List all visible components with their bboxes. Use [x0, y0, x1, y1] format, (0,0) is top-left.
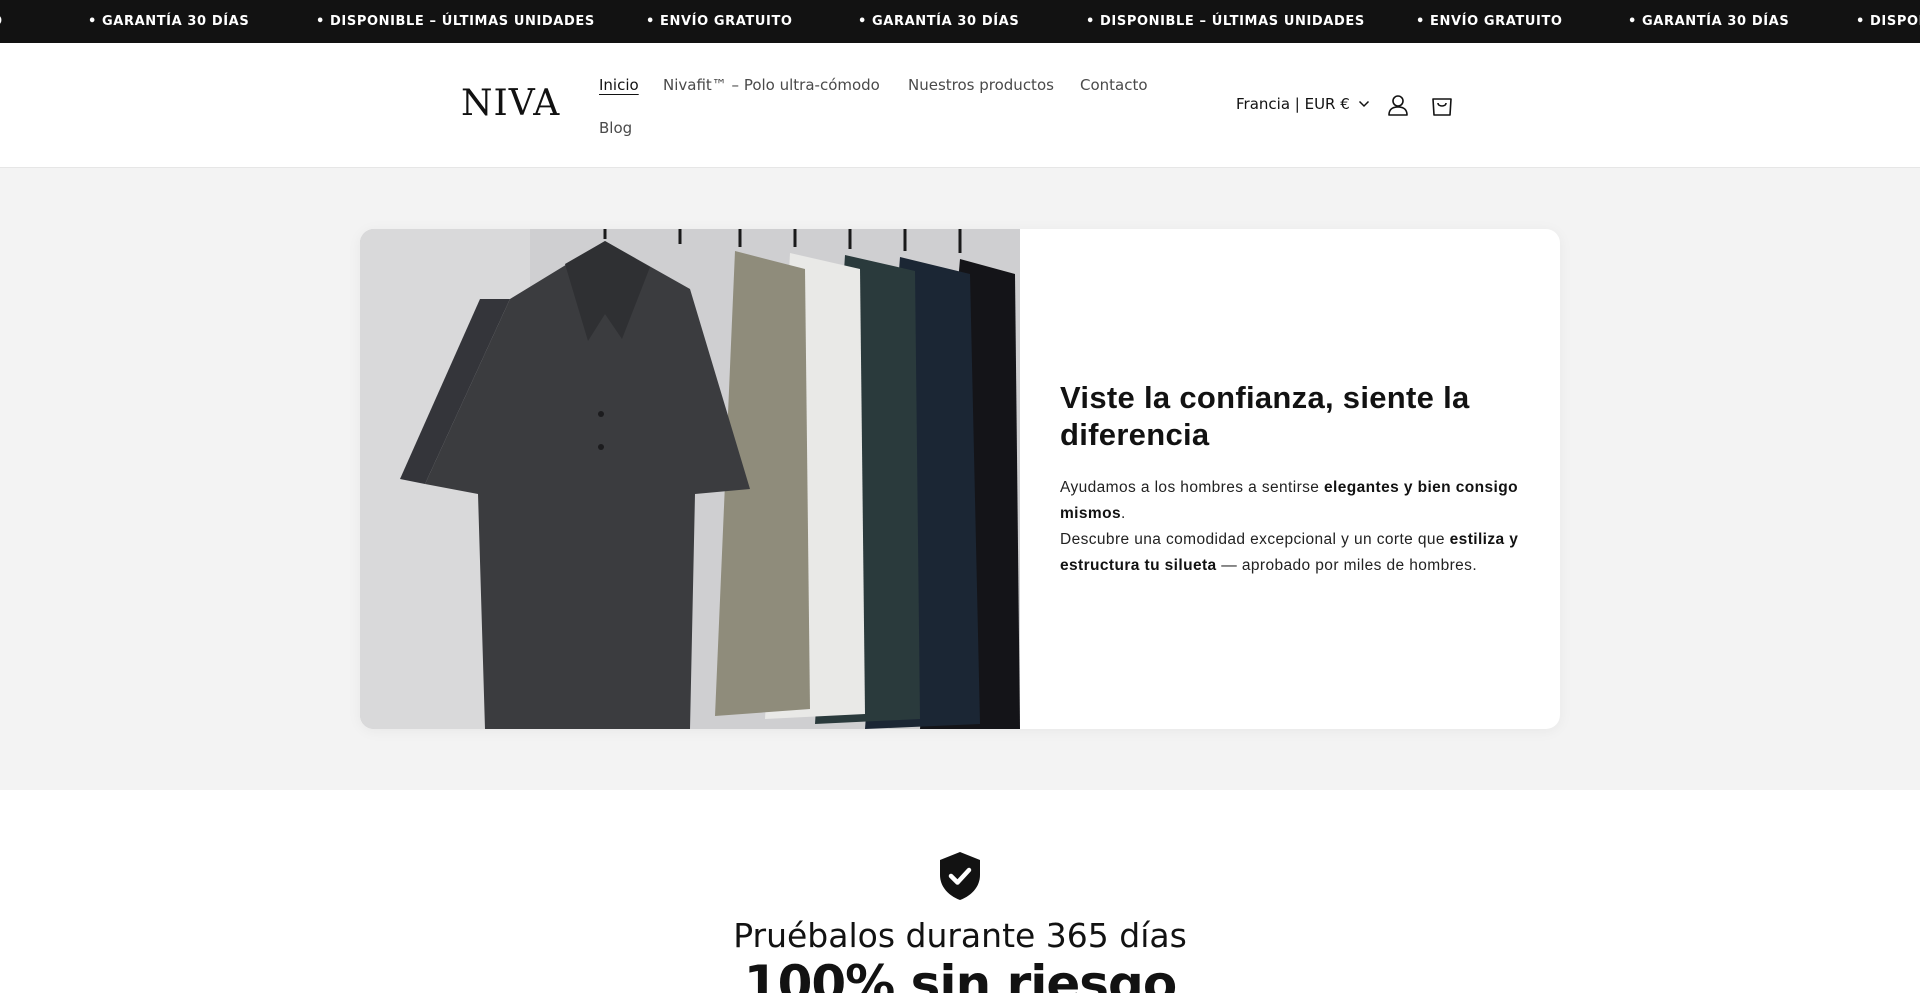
cart-icon[interactable]: [1429, 92, 1455, 118]
announcement-item: • ENVÍO GRATUITO: [1416, 14, 1563, 29]
site-header: NIVA Inicio Nivafit™ – Polo ultra-cómodo…: [0, 43, 1920, 168]
announcement-item: • ENVÍO GRATUITO: [646, 14, 793, 29]
guarantee-subtitle: 100% sin riesgo: [743, 955, 1177, 993]
announcement-bar: O • GARANTÍA 30 DÍAS • DISPONIBLE – ÚLTI…: [0, 0, 1920, 43]
nav-item-nivafit-polo[interactable]: Nivafit™ – Polo ultra-cómodo: [663, 76, 880, 94]
announcement-item: O: [0, 0, 3, 43]
hero-text: Viste la confianza, siente la diferencia…: [1060, 379, 1530, 579]
hero-title: Viste la confianza, siente la diferencia: [1060, 380, 1470, 452]
guarantee-title: Pruébalos durante 365 días: [733, 916, 1187, 955]
nav-item-blog[interactable]: Blog: [599, 119, 632, 137]
account-icon[interactable]: [1385, 92, 1411, 118]
nav-item-productos[interactable]: Nuestros productos: [908, 76, 1054, 94]
shield-check-icon: [940, 852, 980, 900]
announcement-item: • DISPONIBLE – ÚLTIMAS UNIDADES: [1086, 14, 1365, 29]
nav-item-contacto[interactable]: Contacto: [1080, 76, 1148, 94]
country-selector-label: Francia | EUR €: [1236, 95, 1350, 113]
announcement-item: • GARANTÍA 30 DÍAS: [88, 14, 250, 29]
hero-description: Ayudamos a los hombres a sentirse elegan…: [1060, 475, 1530, 579]
hero-section: Viste la confianza, siente la diferencia…: [0, 168, 1920, 790]
polo-shirts-illustration: [360, 229, 1020, 729]
chevron-down-icon: [1358, 100, 1369, 108]
nav-item-inicio[interactable]: Inicio: [599, 76, 639, 94]
announcement-item: • DISPONIBLE – ÚLTIMAS UNIDADES: [316, 14, 595, 29]
announcement-item: • GARANTÍA 30 DÍAS: [858, 14, 1020, 29]
hero-text-segment: Descubre una comodidad excepcional y un …: [1060, 531, 1450, 548]
hero-text-segment: Ayudamos a los hombres a sentirse: [1060, 479, 1325, 496]
hero-text-segment: — aprobado por miles de hombres.: [1216, 557, 1478, 574]
hero-text-segment: .: [1120, 505, 1126, 522]
announcement-item: • DISPON: [1856, 14, 1920, 29]
hero-card: Viste la confianza, siente la diferencia…: [360, 229, 1560, 729]
guarantee-section: Pruébalos durante 365 días 100% sin ries…: [0, 790, 1920, 993]
hero-image: [360, 229, 1020, 729]
announcement-item: • GARANTÍA 30 DÍAS: [1628, 14, 1790, 29]
logo[interactable]: NIVA: [461, 83, 560, 124]
country-selector[interactable]: Francia | EUR €: [1236, 95, 1370, 113]
